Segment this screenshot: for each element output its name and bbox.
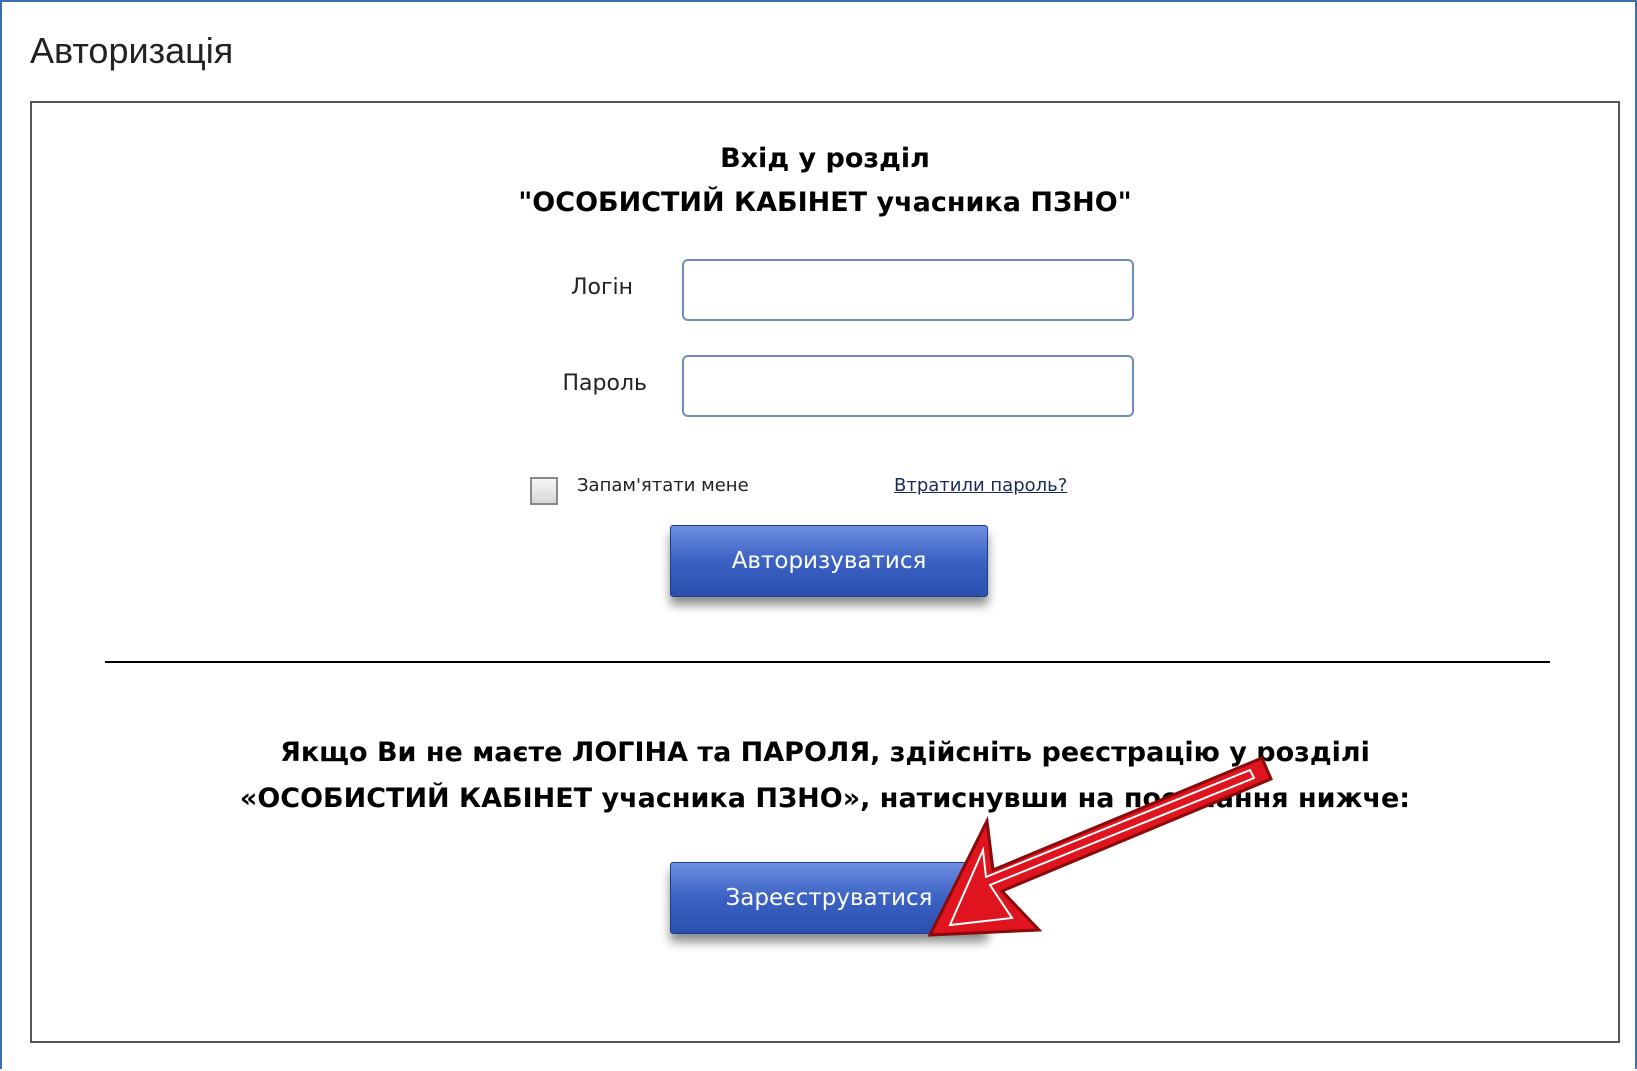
login-input[interactable] xyxy=(682,259,1134,321)
password-label: Пароль xyxy=(562,371,647,396)
remember-me-checkbox[interactable] xyxy=(530,477,558,505)
login-button[interactable]: Авторизуватися xyxy=(670,525,988,597)
registration-text-line2: «ОСОБИСТИЙ КАБІНЕТ учасника ПЗНО», натис… xyxy=(239,783,1411,814)
remember-me-label: Запам'ятати мене xyxy=(577,475,749,496)
lost-password-link[interactable]: Втратили пароль? xyxy=(894,475,1067,496)
auth-panel: Вхід у розділ "ОСОБИСТИЙ КАБІНЕТ учасник… xyxy=(30,101,1620,1043)
registration-text-line1: Якщо Ви не маєте ЛОГІНА та ПАРОЛЯ, здійс… xyxy=(280,737,1370,768)
login-label: Логін xyxy=(570,275,633,300)
section-divider xyxy=(105,661,1550,663)
login-heading-line2: "ОСОБИСТИЙ КАБІНЕТ учасника ПЗНО" xyxy=(518,187,1132,218)
login-heading-line1: Вхід у розділ xyxy=(720,143,930,174)
register-button[interactable]: Зареєструватися xyxy=(670,862,988,934)
page-title: Авторизація xyxy=(30,30,234,71)
password-input[interactable] xyxy=(682,355,1134,417)
